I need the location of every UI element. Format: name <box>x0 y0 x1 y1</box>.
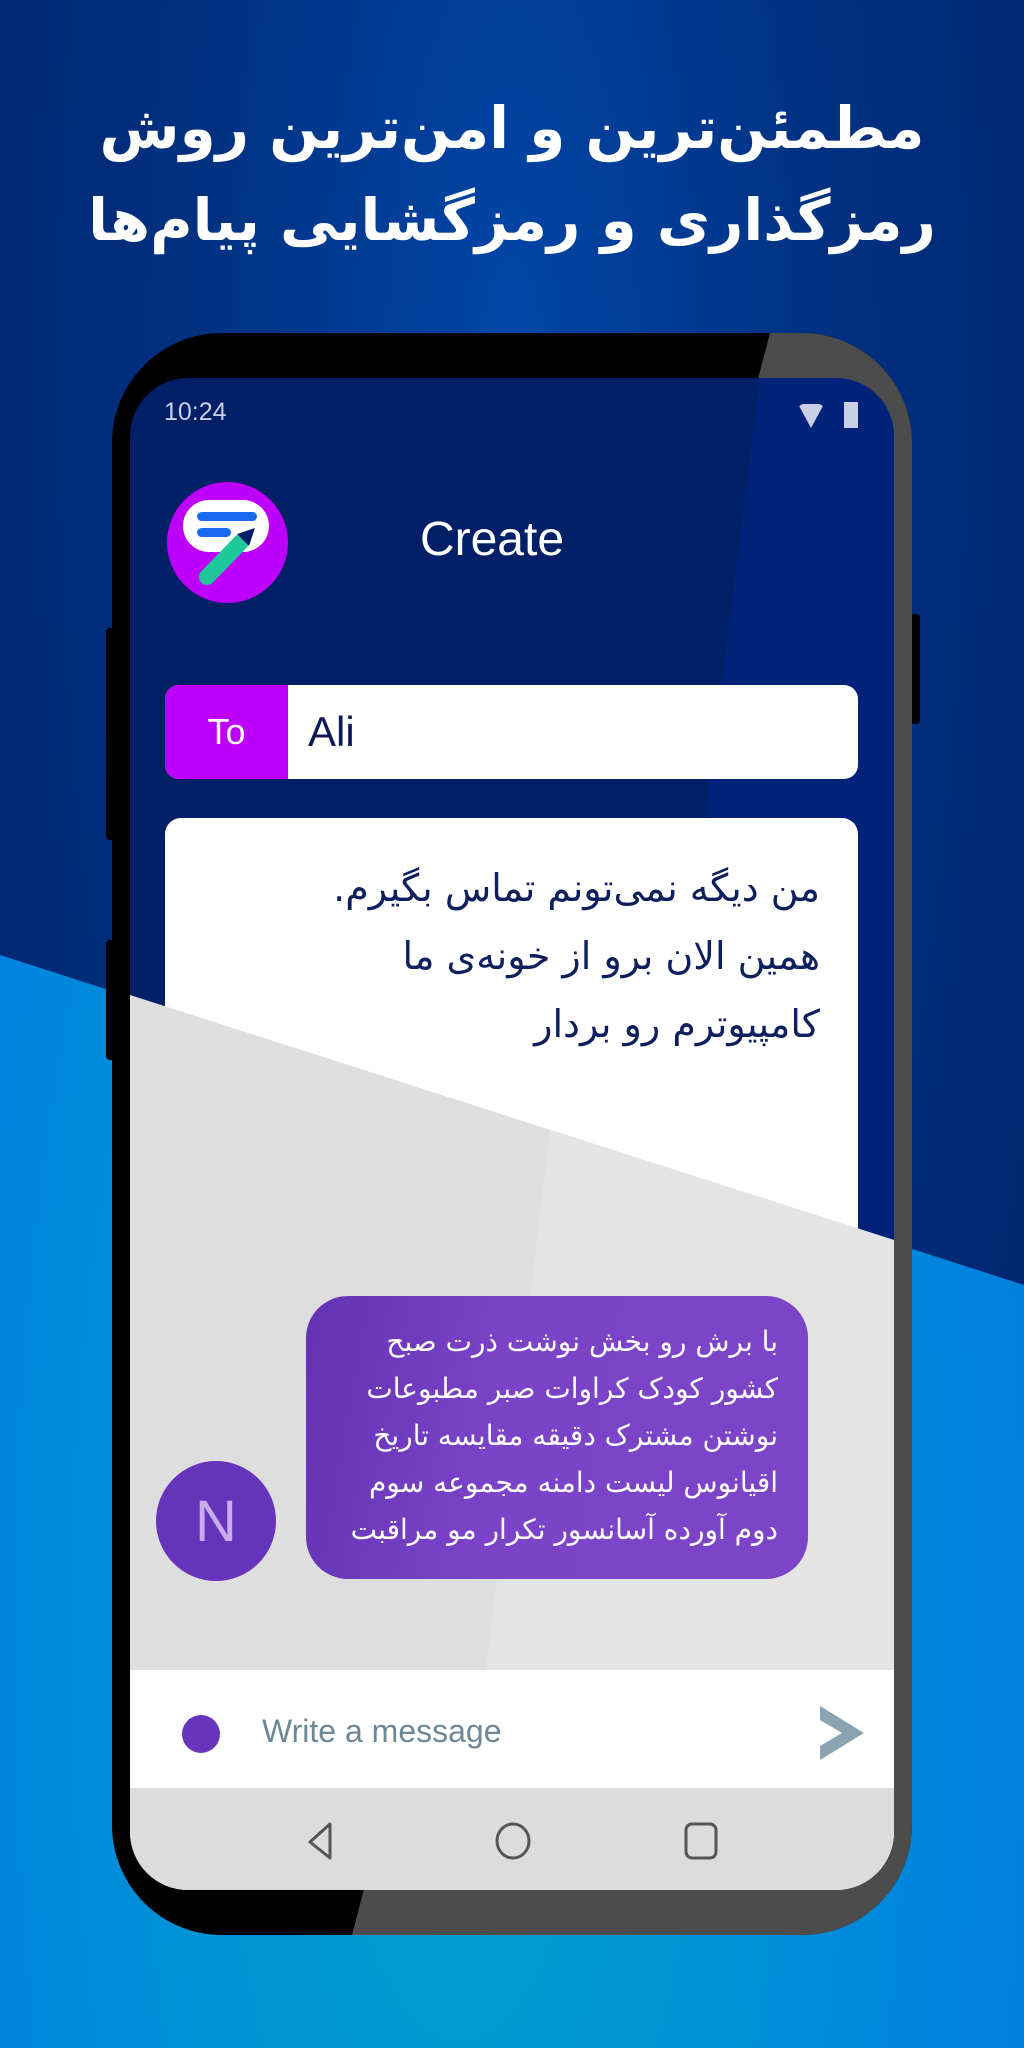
phone-screen: 10:24 Create To Ali من دیگه نمی‌تونم تما… <box>130 378 894 1890</box>
send-icon[interactable] <box>818 1706 866 1760</box>
logo-line-1 <box>197 512 257 521</box>
battery-icon <box>844 402 858 428</box>
message-input[interactable] <box>260 1700 784 1762</box>
back-icon[interactable] <box>300 1818 346 1864</box>
recipient-label: To <box>165 685 288 779</box>
message-body[interactable]: من دیگه نمی‌تونم تماس بگیرم. همین الان ب… <box>333 854 820 1058</box>
avatar[interactable]: N <box>156 1461 276 1581</box>
bubble-line: دوم آورده آسانسور تکرار مو مراقبت <box>350 1513 778 1546</box>
bubble-text: با برش رو بخش نوشت ذرت صبح کشور کودک کرا… <box>351 1318 778 1553</box>
message-bubble[interactable]: با برش رو بخش نوشت ذرت صبح کشور کودک کرا… <box>306 1296 808 1579</box>
headline-line-1: مطمئن‌ترین و امن‌ترین روش <box>99 94 925 162</box>
bubble-line: با برش رو بخش نوشت ذرت صبح <box>386 1325 778 1358</box>
bubble-line: نوشتن مشترک دقیقه مقایسه تاریخ <box>373 1419 778 1452</box>
emoji-button-icon[interactable] <box>182 1715 220 1753</box>
message-line: همین الان برو از خونه‌ی ما <box>402 934 820 978</box>
received-message: N با برش رو بخش نوشت ذرت صبح کشور کودک ک… <box>156 1296 856 1586</box>
recipient-field[interactable]: To Ali <box>165 685 858 779</box>
logo-line-2 <box>197 528 231 537</box>
send-arrow <box>820 1706 864 1760</box>
page-title: Create <box>419 513 565 566</box>
status-time: 10:24 <box>164 398 227 426</box>
logo-bubble <box>183 500 269 552</box>
recipient-input[interactable]: Ali <box>288 685 858 779</box>
bubble-line: اقیانوس لیست دامنه مجموعه سوم <box>368 1466 778 1499</box>
message-line: من دیگه نمی‌تونم تماس بگیرم. <box>333 866 820 910</box>
navigation-bar <box>130 1788 894 1890</box>
headline-line-2: رمزگذاری و رمزگشایی پیام‌ها <box>88 186 936 254</box>
home-icon[interactable] <box>490 1818 536 1864</box>
bubble-line: کشور کودک کراوات صبر مطبوعات <box>366 1372 778 1405</box>
recents-icon[interactable] <box>678 1818 724 1864</box>
promo-headline: مطمئن‌ترین و امن‌ترین روش رمزگذاری و رمز… <box>60 82 964 266</box>
message-composer <box>130 1670 894 1788</box>
chat-pencil-logo-icon[interactable] <box>167 482 288 603</box>
message-line: کامپیوترم رو بردار <box>534 1002 820 1046</box>
wifi-icon <box>798 404 824 428</box>
